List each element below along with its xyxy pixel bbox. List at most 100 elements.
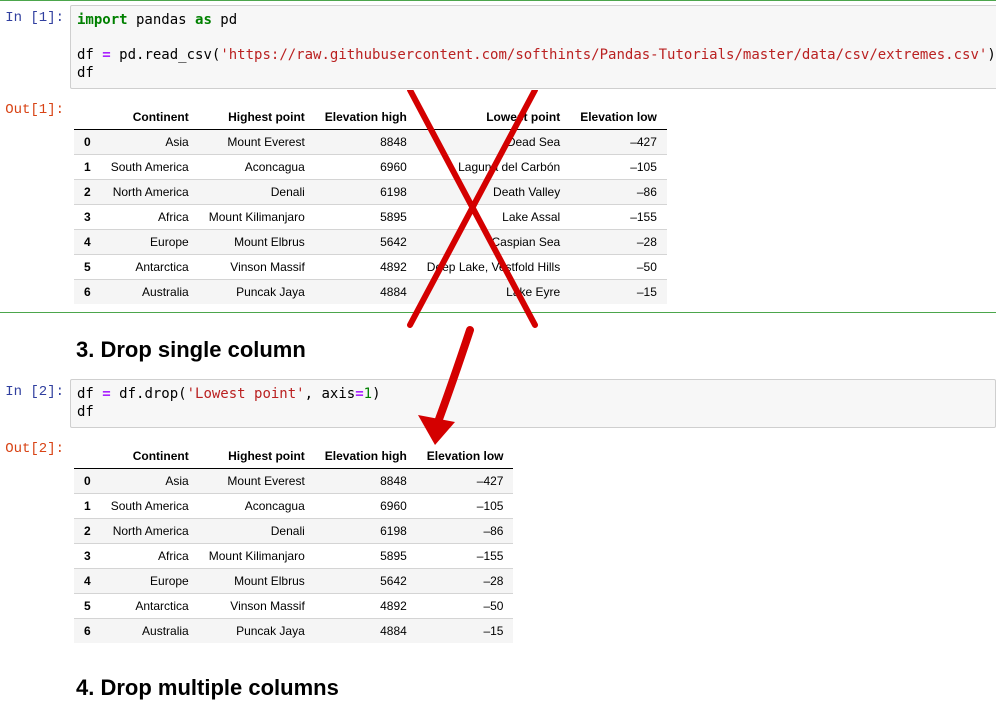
row-index: 3: [74, 205, 101, 230]
row-index: 6: [74, 280, 101, 305]
table-cell: –15: [570, 280, 667, 305]
output-cell-2: Out[2]: ContinentHighest pointElevation …: [0, 432, 996, 651]
row-index: 5: [74, 255, 101, 280]
table-cell: Europe: [101, 230, 199, 255]
table-cell: South America: [101, 155, 199, 180]
table-cell: Laguna del Carbón: [417, 155, 570, 180]
table-cell: –105: [417, 494, 514, 519]
table-cell: Puncak Jaya: [199, 280, 315, 305]
index-header: [74, 444, 101, 469]
table-row: 4EuropeMount Elbrus5642–28: [74, 569, 513, 594]
column-header: Elevation low: [570, 105, 667, 130]
code-cell-1: In [1]: import pandas as pd df = pd.read…: [0, 1, 996, 93]
table-cell: Denali: [199, 180, 315, 205]
section-heading-3: 3. Drop single column: [76, 337, 996, 363]
input-prompt-2: In [2]:: [0, 379, 64, 400]
table-cell: 6960: [315, 155, 417, 180]
output-cell-1: Out[1]: ContinentHighest pointElevation …: [0, 93, 996, 312]
table-cell: –50: [417, 594, 514, 619]
table-cell: Australia: [101, 280, 199, 305]
table-cell: Dead Sea: [417, 130, 570, 155]
table-cell: Australia: [101, 619, 199, 644]
column-header: Continent: [101, 105, 199, 130]
table-cell: 6198: [315, 180, 417, 205]
table-cell: Asia: [101, 130, 199, 155]
table-cell: Africa: [101, 544, 199, 569]
table-cell: 4884: [315, 619, 417, 644]
column-header: Elevation low: [417, 444, 514, 469]
table-cell: –28: [417, 569, 514, 594]
table-cell: 4892: [315, 594, 417, 619]
row-index: 1: [74, 155, 101, 180]
row-index: 1: [74, 494, 101, 519]
table-cell: Lake Assal: [417, 205, 570, 230]
table-cell: 5895: [315, 205, 417, 230]
output-area-1: ContinentHighest pointElevation highLowe…: [70, 97, 996, 308]
output-prompt-1: Out[1]:: [0, 97, 64, 118]
table-cell: –28: [570, 230, 667, 255]
table-cell: –86: [417, 519, 514, 544]
table-cell: 6960: [315, 494, 417, 519]
table-cell: North America: [101, 180, 199, 205]
table-cell: Death Valley: [417, 180, 570, 205]
dataframe-table-1: ContinentHighest pointElevation highLowe…: [74, 105, 667, 304]
markdown-cell-1: 3. Drop single column: [0, 337, 996, 363]
table-cell: –50: [570, 255, 667, 280]
table-cell: Mount Kilimanjaro: [199, 205, 315, 230]
code-cell-2: In [2]: df = df.drop('Lowest point', axi…: [0, 375, 996, 432]
column-header: Highest point: [199, 444, 315, 469]
table-cell: Mount Elbrus: [199, 230, 315, 255]
table-cell: –105: [570, 155, 667, 180]
table-cell: 4892: [315, 255, 417, 280]
table-row: 2North AmericaDenali6198Death Valley–86: [74, 180, 667, 205]
column-header: Lowest point: [417, 105, 570, 130]
table-cell: Vinson Massif: [199, 594, 315, 619]
row-index: 2: [74, 180, 101, 205]
table-cell: Mount Elbrus: [199, 569, 315, 594]
row-index: 5: [74, 594, 101, 619]
table-row: 0AsiaMount Everest8848–427: [74, 469, 513, 494]
column-header: Continent: [101, 444, 199, 469]
output-prompt-2: Out[2]:: [0, 436, 64, 457]
table-cell: 5642: [315, 569, 417, 594]
row-index: 0: [74, 130, 101, 155]
table-cell: 4884: [315, 280, 417, 305]
column-header: Elevation high: [315, 444, 417, 469]
table-row: 6AustraliaPuncak Jaya4884Lake Eyre–15: [74, 280, 667, 305]
table-cell: Mount Kilimanjaro: [199, 544, 315, 569]
table-cell: –427: [417, 469, 514, 494]
row-index: 6: [74, 619, 101, 644]
table-cell: –86: [570, 180, 667, 205]
table-cell: South America: [101, 494, 199, 519]
table-cell: Caspian Sea: [417, 230, 570, 255]
row-index: 4: [74, 569, 101, 594]
code-input-1[interactable]: import pandas as pd df = pd.read_csv('ht…: [70, 5, 996, 89]
table-cell: Deep Lake, Vestfold Hills: [417, 255, 570, 280]
table-cell: Antarctica: [101, 594, 199, 619]
row-index: 0: [74, 469, 101, 494]
table-cell: Lake Eyre: [417, 280, 570, 305]
table-row: 5AntarcticaVinson Massif4892–50: [74, 594, 513, 619]
table-cell: Mount Everest: [199, 469, 315, 494]
code-input-2[interactable]: df = df.drop('Lowest point', axis=1) df: [70, 379, 996, 428]
table-cell: North America: [101, 519, 199, 544]
index-header: [74, 105, 101, 130]
table-cell: –427: [570, 130, 667, 155]
table-cell: Europe: [101, 569, 199, 594]
markdown-cell-2: 4. Drop multiple columns: [0, 675, 996, 701]
table-cell: 8848: [315, 469, 417, 494]
table-cell: Africa: [101, 205, 199, 230]
table-row: 2North AmericaDenali6198–86: [74, 519, 513, 544]
table-row: 1South AmericaAconcagua6960Laguna del Ca…: [74, 155, 667, 180]
column-header: Highest point: [199, 105, 315, 130]
table-cell: –15: [417, 619, 514, 644]
row-index: 3: [74, 544, 101, 569]
table-cell: Mount Everest: [199, 130, 315, 155]
column-header: Elevation high: [315, 105, 417, 130]
table-row: 0AsiaMount Everest8848Dead Sea–427: [74, 130, 667, 155]
table-row: 1South AmericaAconcagua6960–105: [74, 494, 513, 519]
table-cell: 8848: [315, 130, 417, 155]
table-row: 4EuropeMount Elbrus5642Caspian Sea–28: [74, 230, 667, 255]
table-cell: 6198: [315, 519, 417, 544]
section-heading-4: 4. Drop multiple columns: [76, 675, 996, 701]
